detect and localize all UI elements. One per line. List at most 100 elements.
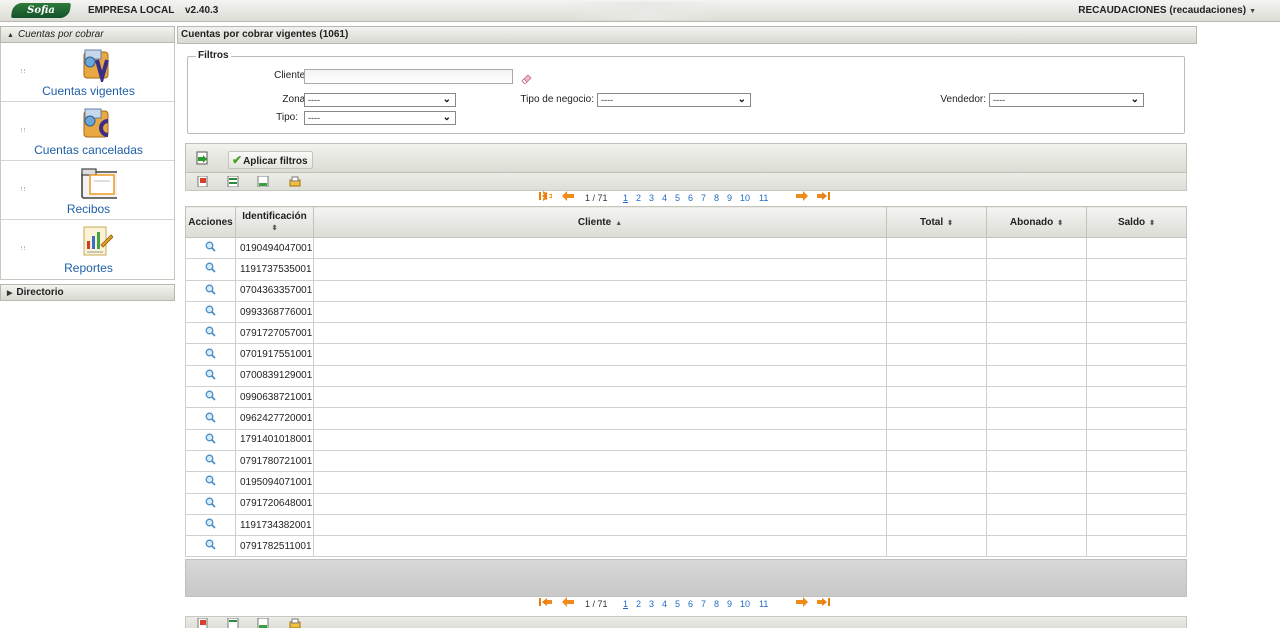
page-link[interactable]: 3 bbox=[649, 599, 654, 609]
col-total[interactable]: Total ⬍ bbox=[886, 206, 987, 238]
col-abonado[interactable]: Abonado ⬍ bbox=[986, 206, 1087, 238]
table-row[interactable]: 0791727057001 bbox=[185, 322, 1187, 345]
page-link[interactable]: 9 bbox=[727, 599, 732, 609]
next-page-icon[interactable] bbox=[795, 597, 809, 607]
next-page-icon[interactable] bbox=[795, 191, 809, 201]
cell-acciones bbox=[185, 471, 236, 494]
magnifier-icon[interactable] bbox=[205, 454, 216, 465]
table-row[interactable]: 1191734382001 bbox=[185, 513, 1187, 537]
first-page-icon[interactable] bbox=[539, 597, 553, 607]
pdf-icon[interactable] bbox=[197, 176, 209, 187]
page-link[interactable]: 4 bbox=[662, 599, 667, 609]
user-menu[interactable]: RECAUDACIONES (recaudaciones) ▼ bbox=[1078, 5, 1256, 16]
page-link[interactable]: 1 bbox=[623, 193, 628, 203]
eraser-icon[interactable] bbox=[520, 72, 532, 84]
cell-identificacion: 1791401018001 bbox=[235, 428, 314, 451]
table-row[interactable]: 0993368776001 bbox=[185, 300, 1187, 324]
cell-saldo bbox=[1086, 492, 1187, 515]
nav-label: Cuentas vigentes bbox=[42, 84, 135, 98]
page-link[interactable]: 5 bbox=[675, 193, 680, 203]
page-link[interactable]: 9 bbox=[727, 193, 732, 203]
page-link[interactable]: 10 bbox=[740, 599, 750, 609]
magnifier-icon[interactable] bbox=[205, 348, 216, 359]
page-link[interactable]: 2 bbox=[636, 193, 641, 203]
export-icon[interactable] bbox=[195, 151, 209, 165]
magnifier-icon[interactable] bbox=[205, 497, 216, 508]
cliente-label: Cliente: bbox=[274, 70, 308, 81]
apply-filters-button[interactable]: ✔Aplicar filtros bbox=[228, 151, 313, 169]
table-row[interactable]: 0990638721001 bbox=[185, 386, 1187, 409]
magnifier-icon[interactable] bbox=[205, 262, 216, 274]
sofia-logo[interactable]: Sofia bbox=[10, 3, 72, 18]
magnifier-icon[interactable] bbox=[205, 369, 216, 380]
excel-icon[interactable] bbox=[227, 176, 239, 187]
print-icon[interactable] bbox=[289, 618, 301, 628]
table-row[interactable]: 0791780721001 bbox=[185, 449, 1187, 473]
first-page-icon[interactable] bbox=[539, 191, 553, 201]
zona-select[interactable]: ---- ⌄ bbox=[304, 93, 456, 107]
cliente-input[interactable] bbox=[304, 69, 513, 84]
prev-page-icon[interactable] bbox=[561, 597, 575, 607]
table-row[interactable]: 1191737535001 bbox=[185, 258, 1187, 281]
col-identificacion[interactable]: Identificación ⬍ bbox=[235, 206, 314, 238]
cell-total bbox=[886, 322, 987, 345]
page-link[interactable]: 11 bbox=[759, 193, 768, 203]
page-link[interactable]: 7 bbox=[701, 193, 706, 203]
magnifier-icon[interactable] bbox=[205, 433, 216, 444]
page-link[interactable]: 11 bbox=[759, 599, 768, 609]
last-page-icon[interactable] bbox=[816, 191, 830, 201]
print-icon[interactable] bbox=[289, 176, 301, 187]
magnifier-icon[interactable] bbox=[205, 326, 216, 337]
magnifier-icon[interactable] bbox=[205, 518, 216, 529]
last-page-icon[interactable] bbox=[816, 597, 830, 607]
magnifier-icon[interactable] bbox=[205, 390, 216, 401]
magnifier-icon[interactable] bbox=[205, 241, 216, 252]
magnifier-icon[interactable] bbox=[205, 412, 216, 423]
tipo-select[interactable]: ---- ⌄ bbox=[304, 111, 456, 125]
csv-icon[interactable] bbox=[257, 618, 269, 628]
table-row[interactable]: 0704363357001 bbox=[185, 279, 1187, 302]
page-link[interactable]: 6 bbox=[688, 599, 693, 609]
nav-item-recibos[interactable]: Recibos bbox=[1, 161, 174, 220]
page-link[interactable]: 1 bbox=[623, 599, 628, 609]
col-cliente[interactable]: Cliente ▲ bbox=[313, 206, 887, 238]
table-row[interactable]: 0700839129001 bbox=[185, 364, 1187, 388]
sort-icon: ⬍ bbox=[271, 224, 278, 232]
magnifier-icon[interactable] bbox=[205, 539, 216, 550]
page-link[interactable]: 8 bbox=[714, 599, 719, 609]
accordion-header-directorio[interactable]: ▶ Directorio bbox=[0, 284, 175, 301]
accordion-header-cuentas[interactable]: ▲ Cuentas por cobrar bbox=[0, 26, 175, 43]
csv-icon[interactable] bbox=[257, 176, 269, 187]
table-row[interactable]: 0791720648001 bbox=[185, 492, 1187, 515]
prev-page-icon[interactable] bbox=[561, 191, 575, 201]
page-link[interactable]: 4 bbox=[662, 193, 667, 203]
pdf-icon[interactable] bbox=[197, 618, 209, 628]
col-saldo[interactable]: Saldo ⬍ bbox=[1086, 206, 1187, 238]
page-link[interactable]: 8 bbox=[714, 193, 719, 203]
col-identificacion-label: Identificación bbox=[242, 210, 307, 222]
magnifier-icon[interactable] bbox=[205, 475, 216, 487]
cell-acciones bbox=[185, 407, 236, 430]
page-link[interactable]: 2 bbox=[636, 599, 641, 609]
table-row[interactable]: 1791401018001 bbox=[185, 428, 1187, 451]
page-link[interactable]: 3 bbox=[649, 193, 654, 203]
table-row[interactable]: 0195094071001 bbox=[185, 471, 1187, 494]
table-row[interactable]: 0791782511001 bbox=[185, 535, 1187, 558]
nav-item-reportes[interactable]: Reportes bbox=[1, 220, 174, 279]
page-link[interactable]: 6 bbox=[688, 193, 693, 203]
nav-item-cuentas-vigentes[interactable]: Cuentas vigentes bbox=[1, 43, 174, 102]
page-link[interactable]: 10 bbox=[740, 193, 750, 203]
excel-icon[interactable] bbox=[227, 618, 239, 628]
table-row[interactable]: 0190494047001 bbox=[185, 236, 1187, 260]
app-version: v2.40.3 bbox=[185, 5, 219, 16]
table-row[interactable]: 0701917551001 bbox=[185, 343, 1187, 366]
page-link[interactable]: 5 bbox=[675, 599, 680, 609]
page-link[interactable]: 7 bbox=[701, 599, 706, 609]
magnifier-icon[interactable] bbox=[205, 284, 216, 295]
cell-total bbox=[886, 300, 987, 324]
table-row[interactable]: 0962427720001 bbox=[185, 407, 1187, 430]
magnifier-icon[interactable] bbox=[205, 305, 216, 316]
vendedor-select[interactable]: ---- ⌄ bbox=[989, 93, 1144, 107]
tipo-negocio-select[interactable]: ---- ⌄ bbox=[597, 93, 751, 107]
nav-item-cuentas-canceladas[interactable]: Cuentas canceladas bbox=[1, 102, 174, 161]
